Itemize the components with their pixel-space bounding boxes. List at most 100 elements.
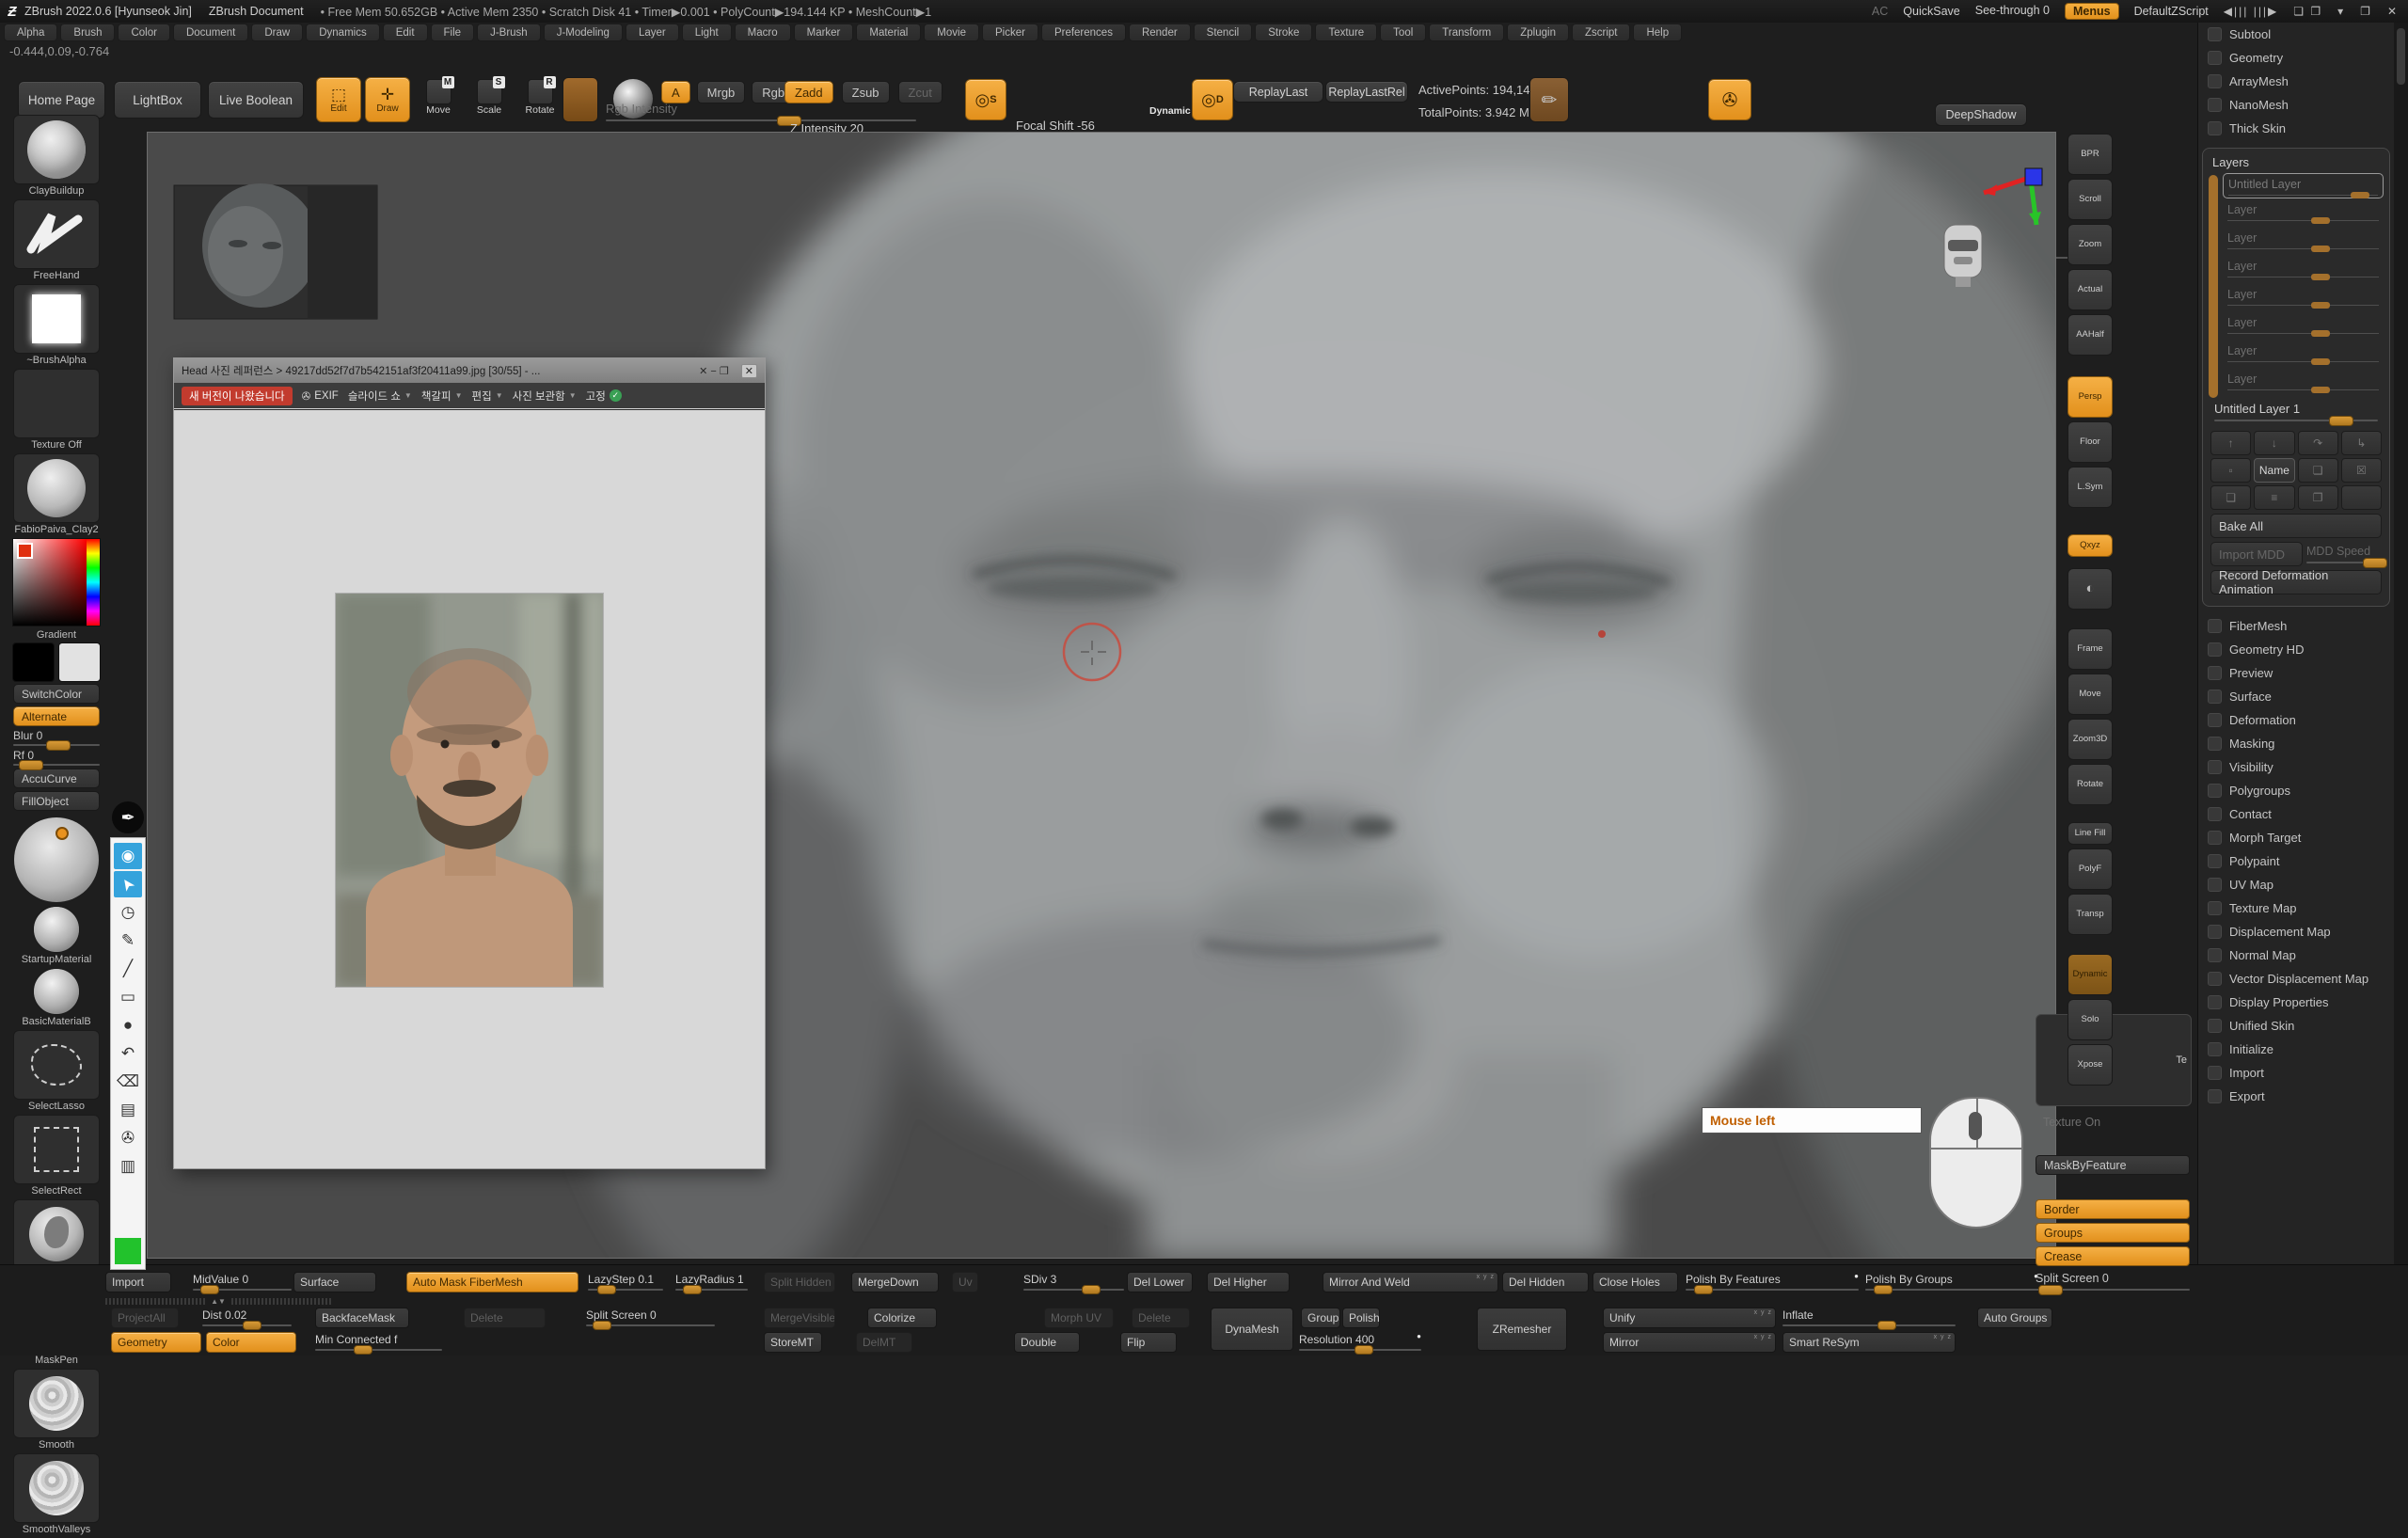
tray-item-startupmaterial[interactable]: StartupMaterial bbox=[22, 906, 92, 965]
palette-section-nanomesh[interactable]: NanoMesh bbox=[2198, 93, 2394, 117]
menu-preferences[interactable]: Preferences bbox=[1041, 24, 1126, 41]
mergedown-button[interactable]: MergeDown bbox=[851, 1272, 939, 1292]
palette-section-unified-skin[interactable]: Unified Skin bbox=[2198, 1014, 2394, 1038]
menu-dynamics[interactable]: Dynamics bbox=[306, 24, 379, 41]
photo-reference-window[interactable]: Head 사진 레퍼런스 > 49217dd52f7d7b542151af3f2… bbox=[173, 357, 766, 1169]
palette-section-import[interactable]: Import bbox=[2198, 1061, 2394, 1085]
photo-toolbar-exif[interactable]: ✇EXIF bbox=[302, 389, 339, 403]
close-button[interactable]: ✕ bbox=[2387, 5, 2399, 18]
window-layout-icon[interactable]: ❏ ❐ bbox=[2293, 5, 2322, 18]
tray-item-basicmaterialb[interactable]: BasicMaterialB bbox=[22, 968, 90, 1027]
nav-arrows-icon[interactable]: ◀||| |||▶ bbox=[2224, 5, 2279, 18]
mode-mrgb[interactable]: Mrgb bbox=[697, 81, 746, 103]
current-alpha-swatch[interactable] bbox=[562, 77, 598, 122]
rotate-button[interactable]: R Rotate bbox=[521, 79, 559, 116]
menu-transform[interactable]: Transform bbox=[1429, 24, 1504, 41]
stroke-settings-icon[interactable]: ◎S bbox=[965, 79, 1006, 120]
accucurve-button[interactable]: AccuCurve bbox=[13, 769, 100, 788]
layer-grid-button[interactable]: ☒ bbox=[2341, 458, 2382, 483]
layer-grid-button[interactable]: ↷ bbox=[2298, 431, 2338, 455]
edit-button[interactable]: ⬚ Edit bbox=[316, 77, 361, 122]
draw-dynamic-icon[interactable]: ◎D bbox=[1192, 79, 1233, 120]
photo-toolbar-item[interactable]: 새 버전이 나왔습니다 bbox=[182, 387, 293, 405]
draw-button[interactable]: ✛ Draw bbox=[365, 77, 410, 122]
split-screen-0-slider[interactable]: Split Screen 0 bbox=[586, 1308, 715, 1328]
move-button[interactable]: M Move bbox=[420, 79, 457, 116]
eye-icon[interactable]: ◉ bbox=[114, 843, 142, 869]
menu-render[interactable]: Render bbox=[1129, 24, 1191, 41]
dist-0-02-slider[interactable]: Dist 0.02 bbox=[202, 1308, 292, 1328]
shelf-aahalf[interactable]: AAHalf bbox=[2067, 314, 2113, 356]
layer-grid-button[interactable]: ↓ bbox=[2254, 431, 2294, 455]
unify-button[interactable]: Unifyx y z bbox=[1603, 1308, 1776, 1328]
menu-texture[interactable]: Texture bbox=[1315, 24, 1377, 41]
green-swatch[interactable] bbox=[114, 1238, 142, 1264]
layers-scrollbar[interactable] bbox=[2209, 175, 2218, 398]
delete-button[interactable]: Delete bbox=[464, 1308, 546, 1328]
camview-head-icon[interactable] bbox=[1933, 219, 1993, 291]
mode-a[interactable]: A bbox=[661, 81, 690, 103]
layer-grid-button[interactable]: ≡ bbox=[2254, 485, 2294, 510]
auto-groups-button[interactable]: Auto Groups bbox=[1977, 1308, 2052, 1328]
see-through-slider[interactable]: See-through 0 bbox=[1975, 4, 2050, 20]
layer-grid-button[interactable]: ❏ bbox=[2298, 458, 2338, 483]
shelf-move[interactable]: Move bbox=[2067, 674, 2113, 715]
palette-section-geometry-hd[interactable]: Geometry HD bbox=[2198, 638, 2394, 661]
lightbox-button[interactable]: LightBox bbox=[114, 81, 201, 119]
window-control-icons[interactable]: ✕ − ❐ bbox=[696, 365, 732, 377]
hue-strip[interactable] bbox=[87, 539, 100, 626]
minimize-button[interactable]: ▾ bbox=[2337, 5, 2345, 18]
tray-item-texture-off[interactable]: Texture Off bbox=[13, 369, 100, 451]
blur-0-slider[interactable]: Blur 0 bbox=[13, 729, 100, 746]
photo-toolbar-item[interactable]: 편집▼ bbox=[472, 388, 503, 404]
midvalue-0-slider[interactable]: MidValue 0 bbox=[193, 1272, 292, 1292]
home-page-button[interactable]: Home Page bbox=[18, 81, 105, 119]
shelf-zoom3d[interactable]: Zoom3D bbox=[2067, 719, 2113, 760]
inflate-slider[interactable]: Inflate bbox=[1782, 1308, 1956, 1328]
palette-section-thick-skin[interactable]: Thick Skin bbox=[2198, 117, 2394, 140]
gradient-label[interactable]: Gradient bbox=[37, 629, 76, 641]
menu-tool[interactable]: Tool bbox=[1380, 24, 1426, 41]
layer-grid-button[interactable]: ↳ bbox=[2341, 431, 2382, 455]
replay-last-rel-button[interactable]: ReplayLastRel bbox=[1325, 81, 1408, 103]
del-higher-button[interactable]: Del Higher bbox=[1207, 1272, 1290, 1292]
palette-section-normal-map[interactable]: Normal Map bbox=[2198, 943, 2394, 967]
flip-button[interactable]: Flip bbox=[1120, 1332, 1177, 1353]
eraser-icon[interactable]: ▭ bbox=[114, 984, 142, 1010]
line-icon[interactable]: ╱ bbox=[114, 956, 142, 982]
groups-button[interactable]: Groups bbox=[1301, 1308, 1340, 1328]
clipboard-icon[interactable]: ▥ bbox=[114, 1153, 142, 1180]
tray-item-claybuildup[interactable]: ClayBuildup bbox=[13, 115, 100, 197]
layer-grid-button[interactable]: ❏ bbox=[2210, 485, 2251, 510]
gravity-pencil-icon[interactable]: ✏ bbox=[1529, 77, 1569, 122]
active-layer-slider[interactable]: Untitled Layer 1 bbox=[2214, 402, 2378, 427]
palette-section-contact[interactable]: Contact bbox=[2198, 802, 2394, 826]
palette-section-polypaint[interactable]: Polypaint bbox=[2198, 849, 2394, 873]
tray-item-brushalpha[interactable]: ~BrushAlpha bbox=[13, 284, 100, 366]
layer-row[interactable]: Layer bbox=[2223, 229, 2384, 257]
layer-grid-button[interactable]: ▫ bbox=[2210, 458, 2251, 483]
sdiv-3-slider[interactable]: SDiv 3 bbox=[1023, 1272, 1124, 1292]
pencil-icon[interactable]: ✎ bbox=[114, 928, 142, 954]
palette-section-export[interactable]: Export bbox=[2198, 1085, 2394, 1108]
menu-file[interactable]: File bbox=[431, 24, 475, 41]
mode-zcut[interactable]: Zcut bbox=[898, 81, 943, 103]
layer-row[interactable]: Layer bbox=[2223, 313, 2384, 341]
colorize-button[interactable]: Colorize bbox=[867, 1308, 937, 1328]
shelf-xpose[interactable]: Xpose bbox=[2067, 1044, 2113, 1086]
camera-icon[interactable]: ✇ bbox=[1708, 79, 1751, 120]
palette-section-preview[interactable]: Preview bbox=[2198, 661, 2394, 685]
tray-item-smoothvalleys[interactable]: SmoothValleys bbox=[13, 1453, 100, 1535]
bw-swatch[interactable] bbox=[114, 1210, 142, 1236]
menu-j-modeling[interactable]: J-Modeling bbox=[544, 24, 623, 41]
menus-button[interactable]: Menus bbox=[2065, 3, 2119, 20]
mergevisible-button[interactable]: MergeVisible bbox=[764, 1308, 835, 1328]
min-connected-f-slider[interactable]: Min Connected f bbox=[315, 1332, 442, 1353]
double-button[interactable]: Double bbox=[1014, 1332, 1080, 1353]
mirror-button[interactable]: Mirrorx y z bbox=[1603, 1332, 1776, 1353]
palette-section-morph-target[interactable]: Morph Target bbox=[2198, 826, 2394, 849]
palette-section-surface[interactable]: Surface bbox=[2198, 685, 2394, 708]
palette-section-visibility[interactable]: Visibility bbox=[2198, 755, 2394, 779]
layer-grid-button[interactable]: ↑ bbox=[2210, 431, 2251, 455]
record-deformation-button[interactable]: Record Deformation Animation bbox=[2210, 570, 2382, 595]
